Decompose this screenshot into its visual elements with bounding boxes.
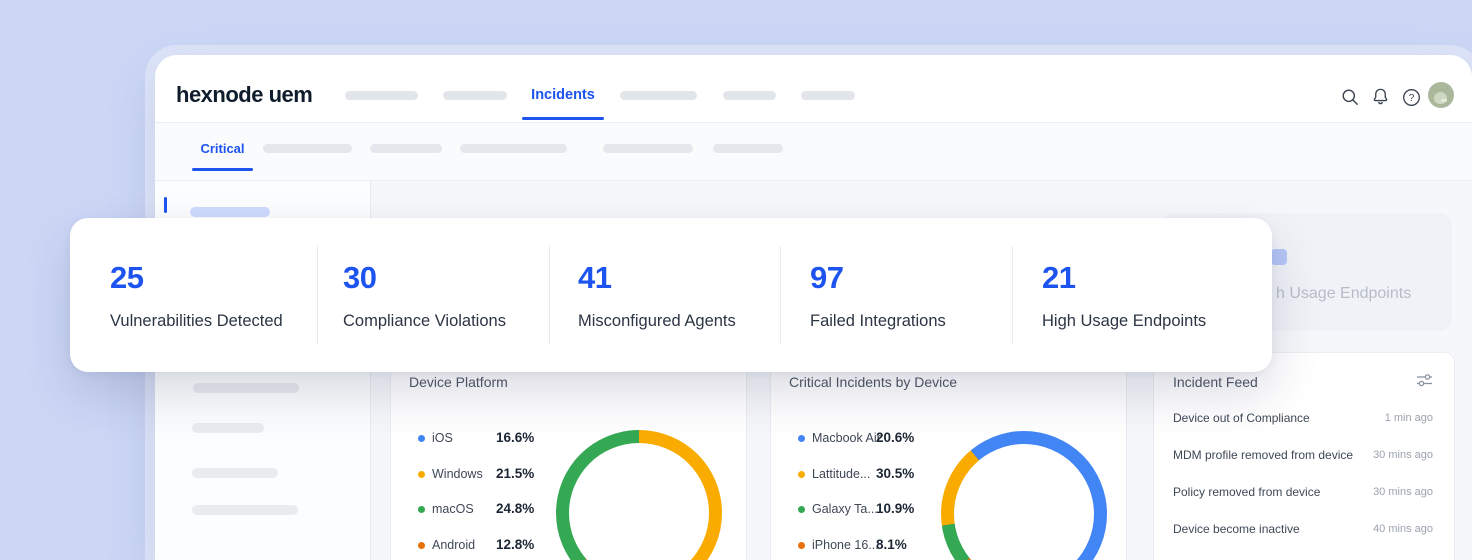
tab-critical[interactable]: Critical [192,141,253,156]
stat-value-vulnerabilities: 25 [110,260,143,296]
stat-value-misconfigured: 41 [578,260,611,296]
nav-tab-placeholder[interactable] [443,91,507,100]
incident-feed-title: Incident Feed [1173,374,1258,390]
stat-divider [780,246,781,344]
feed-item-time: 1 min ago [1385,412,1433,424]
sidebar-item-placeholder[interactable] [193,383,299,393]
sidebar-item-placeholder[interactable] [192,468,278,478]
nav-tab-placeholder[interactable] [801,91,855,100]
subnav-tab-placeholder[interactable] [603,144,693,153]
stat-value-high-usage: 21 [1042,260,1075,296]
tab-incidents-underline [522,117,604,120]
legend-label: Windows [432,467,483,481]
feed-item-label: Policy removed from device [1173,485,1320,499]
nav-tab-placeholder[interactable] [723,91,776,100]
search-icon[interactable] [1340,87,1360,107]
stat-value-failed-integrations: 97 [810,260,843,296]
nav-tab-placeholder[interactable] [620,91,697,100]
hexnode-logo[interactable]: hexnode uem [176,82,312,108]
legend-dot-lattitude [798,471,805,478]
stat-divider [317,246,318,344]
legend-value: 21.5% [496,466,534,481]
legend-dot-macos [418,506,425,513]
legend-dot-macbook-air [798,435,805,442]
background-stat-label: h Usage Endpoints [1276,285,1411,303]
device-platform-card: Device Platform iOS 16.6% Windows 21.5% … [390,352,747,560]
subnav-bar [155,123,1472,180]
feed-item-time: 40 mins ago [1373,523,1433,535]
subnav-tab-placeholder[interactable] [713,144,783,153]
device-platform-title: Device Platform [409,374,508,390]
stats-summary-card: 25 Vulnerabilities Detected 30 Complianc… [70,218,1272,372]
stat-label-vulnerabilities: Vulnerabilities Detected [110,312,283,331]
legend-value: 12.8% [496,537,534,552]
legend-dot-android [418,542,425,549]
legend-label: iPhone 16... [812,538,879,552]
legend-dot-windows [418,471,425,478]
legend-dot-galaxy-tab [798,506,805,513]
feed-item-time: 30 mins ago [1373,486,1433,498]
legend-value: 10.9% [876,501,914,516]
subnav-tab-placeholder[interactable] [370,144,442,153]
background-stat-value-blur [1271,249,1287,265]
legend-label: Lattitude... [812,467,870,481]
incident-feed-card: Incident Feed Device out of Compliance 1… [1153,352,1455,560]
legend-label: Galaxy Ta... [812,502,878,516]
subnav-tab-placeholder[interactable] [460,144,567,153]
stat-label-failed-integrations: Failed Integrations [810,312,946,331]
nav-tab-placeholder[interactable] [345,91,418,100]
legend-value: 8.1% [876,537,907,552]
device-platform-donut-chart [556,430,722,560]
legend-label: Android [432,538,475,552]
stat-divider [1012,246,1013,344]
help-icon[interactable]: ? [1401,87,1421,107]
tab-incidents[interactable]: Incidents [522,87,604,103]
subnav-tab-placeholder[interactable] [263,144,352,153]
feed-item[interactable]: MDM profile removed from device 30 mins … [1173,443,1433,467]
legend-label: iOS [432,431,453,445]
feed-item-time: 30 mins ago [1373,449,1433,461]
legend-value: 20.6% [876,430,914,445]
legend-label: Macbook Air [812,431,881,445]
notifications-icon[interactable] [1370,86,1390,106]
sidebar-item-placeholder[interactable] [192,505,298,515]
avatar[interactable] [1428,82,1454,108]
stat-label-misconfigured: Misconfigured Agents [578,312,736,331]
feed-item-label: Device become inactive [1173,522,1300,536]
legend-label: macOS [432,502,474,516]
stat-divider [549,246,550,344]
legend-value: 30.5% [876,466,914,481]
legend-dot-ios [418,435,425,442]
stat-value-compliance: 30 [343,260,376,296]
feed-item-label: MDM profile removed from device [1173,448,1353,462]
critical-incidents-title: Critical Incidents by Device [789,374,957,390]
legend-dot-iphone [798,542,805,549]
legend-value: 16.6% [496,430,534,445]
feed-item[interactable]: Device become inactive 40 mins ago [1173,517,1433,541]
stat-label-high-usage: High Usage Endpoints [1042,312,1206,331]
feed-item-label: Device out of Compliance [1173,411,1310,425]
critical-incidents-donut-chart [941,431,1107,560]
sidebar-item-placeholder[interactable] [192,423,264,433]
feed-item[interactable]: Device out of Compliance 1 min ago [1173,406,1433,430]
tab-critical-underline [192,168,253,171]
filter-icon[interactable] [1416,373,1434,389]
feed-item[interactable]: Policy removed from device 30 mins ago [1173,480,1433,504]
stat-label-compliance: Compliance Violations [343,312,506,331]
critical-incidents-card: Critical Incidents by Device Macbook Air… [770,352,1127,560]
sidebar-item-active[interactable] [190,207,270,217]
page-background: hexnode uem Incidents ? Critical h Usage… [0,0,1472,560]
sidebar-active-indicator [164,197,167,213]
svg-text:?: ? [1408,93,1414,104]
legend-value: 24.8% [496,501,534,516]
